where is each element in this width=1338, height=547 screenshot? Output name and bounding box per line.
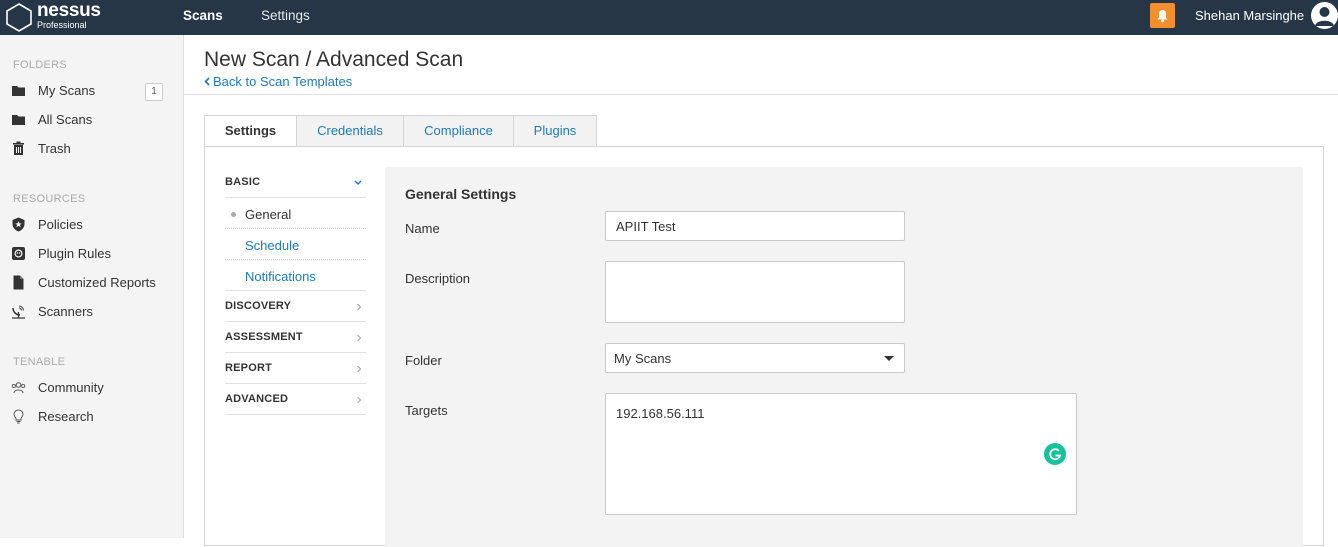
document-icon [13, 275, 24, 290]
general-settings-form: General Settings Name APIIT Test Descrip… [385, 167, 1303, 547]
brand-edition: Professional [37, 20, 87, 30]
general-settings-title: General Settings [405, 186, 517, 202]
name-label: Name [405, 221, 440, 236]
nessus-logo[interactable]: nessus Professional [5, 0, 125, 33]
shield-icon [12, 217, 25, 232]
folder-label: Folder [405, 353, 442, 368]
user-icon [1315, 7, 1334, 26]
grammarly-icon[interactable] [1044, 443, 1066, 465]
dropdown-caret-icon [884, 356, 894, 361]
subnav-item-label: General [245, 207, 292, 222]
sidebar-item-label: My Scans [38, 83, 96, 98]
subnav-section-label: DISCOVERY [225, 300, 292, 312]
lightbulb-icon [13, 409, 24, 424]
tenable-heading: TENABLE [13, 356, 66, 368]
sidebar-item-trash[interactable]: Trash [0, 134, 183, 163]
chevron-right-icon [357, 365, 362, 373]
tab-plugins[interactable]: Plugins [513, 115, 597, 147]
tab-compliance[interactable]: Compliance [403, 115, 514, 147]
resources-heading: RESOURCES [13, 193, 86, 205]
chevron-left-icon [204, 77, 210, 86]
folder-icon [12, 115, 25, 125]
sidebar-item-community[interactable]: Community [0, 373, 183, 402]
chevron-right-icon [357, 303, 362, 311]
sidebar-item-policies[interactable]: Policies [0, 210, 183, 239]
sidebar-item-customized-reports[interactable]: Customized Reports [0, 268, 183, 297]
back-link-label: Back to Scan Templates [213, 74, 353, 89]
subnav-report[interactable]: REPORT [225, 353, 366, 384]
folder-select[interactable]: My Scans [605, 343, 905, 373]
chevron-down-icon [354, 180, 362, 186]
subnav-item-label: Schedule [245, 238, 300, 253]
chevron-right-icon [357, 334, 362, 342]
bell-icon [1157, 9, 1168, 22]
subnav-item-label: Notifications [245, 269, 316, 284]
sidebar-item-label: Community [38, 380, 104, 395]
subnav-basic-label: BASIC [225, 176, 261, 188]
community-icon [11, 382, 26, 394]
trash-icon [13, 141, 24, 155]
folder-icon [12, 86, 25, 96]
description-label: Description [405, 271, 471, 286]
subnav-assessment[interactable]: ASSESSMENT [225, 322, 366, 353]
satellite-icon [12, 305, 25, 319]
description-field[interactable] [605, 261, 905, 323]
subnav-discovery[interactable]: DISCOVERY [225, 291, 366, 322]
notifications-button[interactable] [1150, 3, 1175, 28]
back-to-templates-link[interactable]: Back to Scan Templates [204, 74, 352, 89]
tab-credentials[interactable]: Credentials [296, 115, 404, 147]
subnav-section-label: REPORT [225, 362, 273, 374]
targets-label: Targets [405, 403, 448, 418]
sidebar-item-plugin-rules[interactable]: Plugin Rules [0, 239, 183, 268]
grammarly-g-icon [1049, 448, 1062, 461]
page-header: New Scan / Advanced Scan Back to Scan Te… [184, 35, 1338, 95]
user-name[interactable]: Shehan Marsinghe [1195, 0, 1304, 31]
brand-name: nessus [37, 0, 101, 21]
sidebar-item-label: Trash [38, 141, 71, 156]
sidebar-item-research[interactable]: Research [0, 402, 183, 431]
sidebar-item-scanners[interactable]: Scanners [0, 297, 183, 326]
nav-settings[interactable]: Settings [261, 0, 310, 35]
top-navigation-bar: nessus Professional Scans Settings Sheha… [0, 0, 1338, 35]
sidebar-item-label: Plugin Rules [38, 246, 111, 261]
subnav-advanced[interactable]: ADVANCED [225, 384, 366, 415]
sidebar-item-label: Scanners [38, 304, 93, 319]
subnav-basic[interactable]: BASIC [225, 167, 366, 198]
sidebar-item-all-scans[interactable]: All Scans [0, 105, 183, 134]
targets-field[interactable]: 192.168.56.111 [605, 393, 1077, 515]
subnav-section-label: ASSESSMENT [225, 331, 303, 343]
targets-value: 192.168.56.111 [616, 406, 705, 421]
name-field[interactable]: APIIT Test [605, 211, 905, 241]
sidebar: FOLDERS My Scans 1 All Scans Trash RESOU… [0, 35, 184, 538]
sidebar-item-label: Research [38, 409, 94, 424]
my-scans-count-badge: 1 [145, 83, 163, 101]
plugin-rules-icon [12, 247, 25, 260]
sidebar-item-label: Customized Reports [38, 275, 156, 290]
folders-heading: FOLDERS [13, 59, 68, 71]
user-avatar[interactable] [1311, 2, 1338, 29]
page-title: New Scan / Advanced Scan [204, 48, 464, 71]
subnav-item-schedule[interactable]: Schedule [225, 229, 366, 260]
tab-settings[interactable]: Settings [204, 115, 297, 148]
nessus-hexagon-icon [6, 3, 32, 32]
current-item-dot [231, 212, 236, 217]
chevron-right-icon [357, 396, 362, 404]
settings-panel: BASIC General Schedule Notifications DIS… [204, 146, 1324, 547]
nav-scans[interactable]: Scans [183, 0, 223, 35]
subnav-item-general[interactable]: General [225, 198, 366, 229]
subnav-item-notifications[interactable]: Notifications [225, 260, 366, 291]
subnav-section-label: ADVANCED [225, 393, 289, 405]
sidebar-item-label: All Scans [38, 112, 93, 127]
sidebar-item-label: Policies [38, 217, 83, 232]
folder-select-value: My Scans [614, 351, 672, 366]
